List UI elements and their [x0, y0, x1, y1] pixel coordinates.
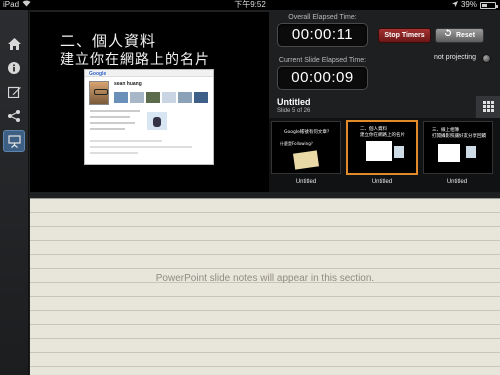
- home-button[interactable]: [3, 33, 25, 55]
- slide-thumbnail-selected[interactable]: 二、個人資料 建立你在網路上的名片: [346, 120, 418, 175]
- overall-elapsed-timer: 00:00:11: [277, 23, 368, 47]
- thumbnail-subtitle: 什麼是Following？: [280, 141, 315, 146]
- slide-thumbnail[interactable]: 三、線上相簿 打開攝影照讓好友分享回饋: [423, 121, 493, 174]
- presenter-icon: [7, 134, 21, 148]
- grid-icon: [483, 101, 494, 112]
- edit-icon: [7, 86, 21, 98]
- grid-view-button[interactable]: [475, 96, 500, 118]
- info-icon: [8, 62, 20, 74]
- thumbnail-label: Untitled: [446, 179, 468, 185]
- location-icon: [451, 0, 458, 10]
- slide-notes-area[interactable]: [30, 198, 500, 375]
- slide-thumbnail[interactable]: Google帳號有何文章？ 什麼是Following？: [271, 121, 341, 174]
- reset-icon: [444, 29, 452, 42]
- projecting-status: not projecting: [434, 54, 477, 61]
- projecting-indicator: [482, 54, 491, 63]
- reset-label: Reset: [455, 32, 476, 39]
- slide-subtitle: 建立你在網路上的名片: [60, 52, 210, 68]
- thumbnail-title: 三、線上相簿: [432, 128, 459, 133]
- profile-name: sean huang: [114, 81, 142, 87]
- share-icon: [8, 110, 20, 122]
- google-logo: Google: [89, 71, 107, 77]
- info-button[interactable]: [3, 57, 25, 79]
- clock: 下午9:52: [234, 0, 266, 9]
- avatar: [89, 81, 109, 105]
- thumbnail-subtitle: 建立你在網路上的名片: [360, 133, 405, 138]
- presenter-view-button[interactable]: [3, 130, 25, 152]
- battery-icon: [480, 2, 498, 9]
- current-slide-elapsed-timer: 00:00:09: [277, 66, 368, 90]
- thumbnail-title: 二、個人資料: [360, 127, 387, 132]
- deck-title: Untitled: [277, 97, 311, 107]
- thumbnail-label: Untitled: [371, 179, 393, 185]
- thumbnail-subtitle: 打開攝影照讓好友分享回饋: [432, 134, 486, 139]
- stop-timers-button[interactable]: Stop Timers: [378, 28, 431, 43]
- slide-title: 二、個人資料: [60, 32, 157, 50]
- share-button[interactable]: [3, 105, 25, 127]
- status-bar: iPad 下午9:52 39%: [0, 0, 500, 10]
- reset-button[interactable]: Reset: [435, 28, 484, 43]
- current-slide[interactable]: 二、個人資料 建立你在網路上的名片 Google sean huang: [30, 12, 269, 192]
- slide-counter: Slide 5 of 26: [277, 108, 311, 114]
- thumbnail-label: Untitled: [295, 179, 317, 185]
- battery-percent: 39%: [460, 0, 477, 9]
- current-slide-elapsed-label: Current Slide Elapsed Time:: [278, 57, 367, 64]
- thumbnail-title: Google帳號有何文章？: [284, 130, 332, 135]
- notes-placeholder: PowerPoint slide notes will appear in th…: [155, 273, 375, 284]
- home-icon: [7, 38, 21, 50]
- edit-button[interactable]: [3, 81, 25, 103]
- sidebar: [0, 10, 29, 375]
- slide-screenshot-image: Google sean huang: [84, 69, 214, 165]
- overall-elapsed-label: Overall Elapsed Time:: [288, 14, 357, 21]
